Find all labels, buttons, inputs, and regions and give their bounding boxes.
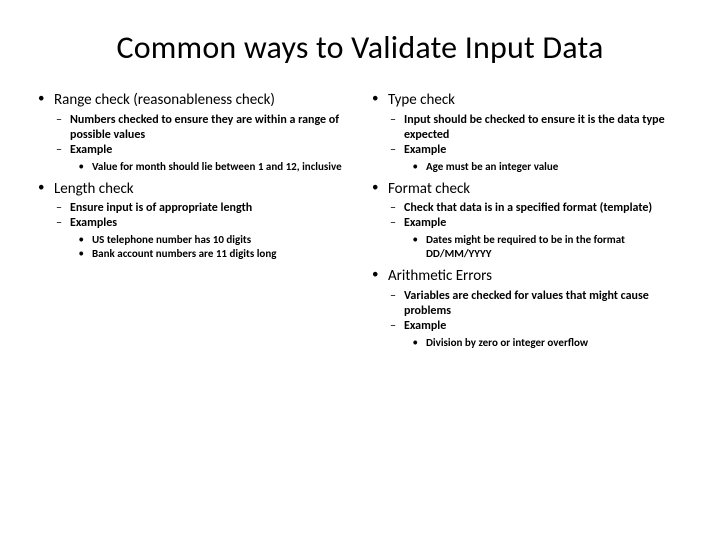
item-label: Variables are checked for values that mi… — [404, 289, 684, 319]
item-label: Division by zero or integer overflow — [426, 336, 588, 350]
list-item: – Examples • US telephone number has 10 … — [36, 216, 350, 261]
list-item: • Dates might be required to be in the f… — [370, 233, 684, 261]
bullet-dot-icon: • — [36, 180, 54, 199]
item-label: Age must be an integer value — [426, 160, 558, 174]
right-column: • Type check – Input should be checked t… — [370, 91, 684, 355]
item-label: Length check — [54, 180, 134, 199]
list-item: – Input should be checked to ensure it i… — [370, 113, 684, 143]
slide-title: Common ways to Validate Input Data — [36, 28, 684, 67]
item-label: US telephone number has 10 digits — [92, 233, 251, 247]
list-item: • Arithmetic Errors – Variables are chec… — [370, 267, 684, 350]
bullet-dot-icon: • — [36, 247, 92, 261]
item-label: Check that data is in a specified format… — [404, 201, 652, 216]
bullet-dash-icon: – — [370, 289, 404, 319]
item-label: Example — [404, 319, 446, 334]
item-label: Format check — [388, 180, 470, 199]
item-label: Ensure input is of appropriate length — [70, 201, 252, 216]
list-item: • Format check – Check that data is in a… — [370, 180, 684, 261]
item-label: Examples — [70, 216, 117, 231]
list-item: – Example • Value for month should lie b… — [36, 143, 350, 174]
bullet-dash-icon: – — [370, 143, 404, 158]
list-item: • Age must be an integer value — [370, 160, 684, 174]
item-label: Bank account numbers are 11 digits long — [92, 247, 276, 261]
bullet-dot-icon: • — [370, 336, 426, 350]
list-item: – Example • Dates might be required to b… — [370, 216, 684, 261]
bullet-dot-icon: • — [36, 233, 92, 247]
left-column: • Range check (reasonableness check) – N… — [36, 91, 350, 355]
list-item: • Division by zero or integer overflow — [370, 336, 684, 350]
bullet-dot-icon: • — [370, 267, 388, 286]
list-item: – Variables are checked for values that … — [370, 289, 684, 319]
list-item: – Example • Division by zero or integer … — [370, 319, 684, 350]
bullet-dash-icon: – — [370, 319, 404, 334]
bullet-dash-icon: – — [36, 201, 70, 216]
list-item: • Value for month should lie between 1 a… — [36, 160, 350, 174]
bullet-dash-icon: – — [36, 216, 70, 231]
item-label: Example — [404, 143, 446, 158]
list-item: • Type check – Input should be checked t… — [370, 91, 684, 174]
bullet-dash-icon: – — [370, 216, 404, 231]
item-label: Arithmetic Errors — [388, 267, 492, 286]
item-label: Dates might be required to be in the for… — [426, 233, 684, 261]
bullet-dash-icon: – — [370, 113, 404, 143]
list-item: • Bank account numbers are 11 digits lon… — [36, 247, 350, 261]
list-item: – Numbers checked to ensure they are wit… — [36, 113, 350, 143]
item-label: Range check (reasonableness check) — [54, 91, 275, 110]
bullet-dash-icon: – — [36, 143, 70, 158]
bullet-dash-icon: – — [36, 113, 70, 143]
bullet-dot-icon: • — [370, 180, 388, 199]
bullet-dash-icon: – — [370, 201, 404, 216]
list-item: – Check that data is in a specified form… — [370, 201, 684, 216]
list-item: • US telephone number has 10 digits — [36, 233, 350, 247]
list-item: • Length check – Ensure input is of appr… — [36, 180, 350, 261]
content-columns: • Range check (reasonableness check) – N… — [36, 91, 684, 355]
bullet-dot-icon: • — [370, 233, 426, 261]
item-label: Numbers checked to ensure they are withi… — [70, 113, 350, 143]
list-item: – Example • Age must be an integer value — [370, 143, 684, 174]
bullet-dot-icon: • — [36, 91, 54, 110]
item-label: Example — [70, 143, 112, 158]
bullet-dot-icon: • — [370, 160, 426, 174]
list-item: • Range check (reasonableness check) – N… — [36, 91, 350, 174]
bullet-dot-icon: • — [370, 91, 388, 110]
item-label: Value for month should lie between 1 and… — [92, 160, 342, 174]
item-label: Input should be checked to ensure it is … — [404, 113, 684, 143]
list-item: – Ensure input is of appropriate length — [36, 201, 350, 216]
item-label: Type check — [388, 91, 455, 110]
item-label: Example — [404, 216, 446, 231]
bullet-dot-icon: • — [36, 160, 92, 174]
